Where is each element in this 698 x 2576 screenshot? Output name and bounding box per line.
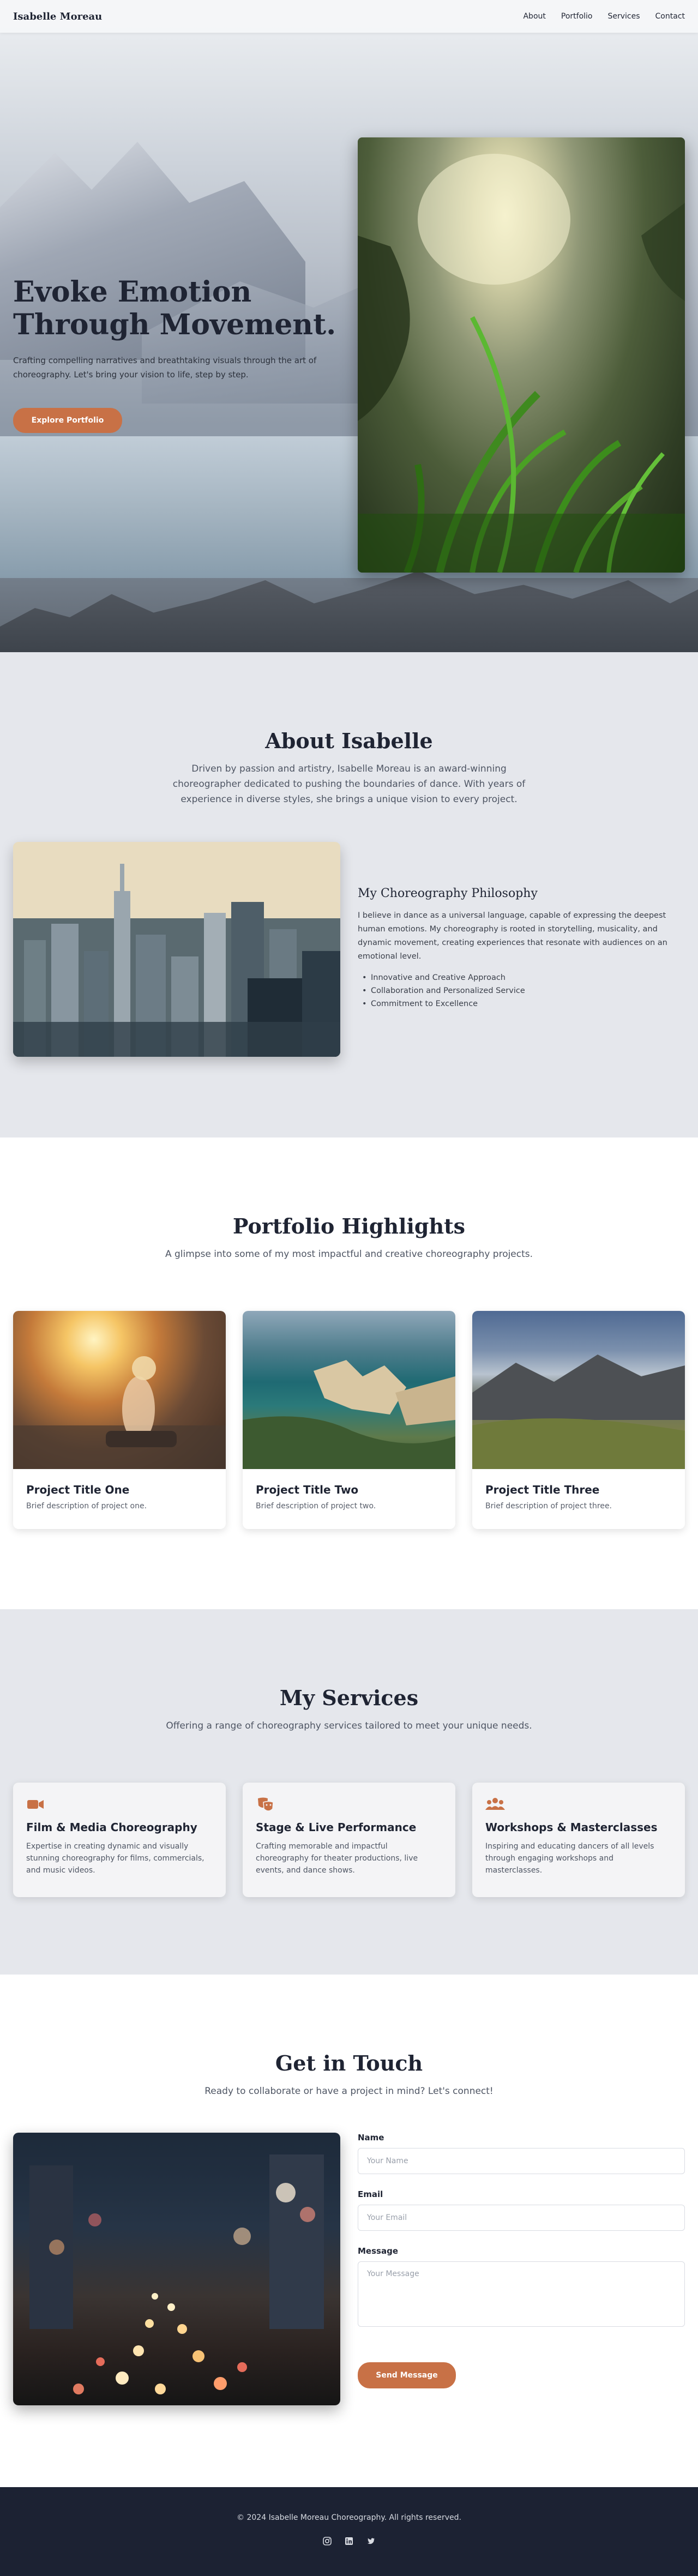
nav-link-portfolio[interactable]: Portfolio: [561, 12, 593, 21]
nav-links: About Portfolio Services Contact: [523, 12, 685, 21]
service-description: Crafting memorable and impactful choreog…: [256, 1842, 418, 1875]
grass-blades-image: [358, 154, 685, 573]
copyright-text: © 2024 Isabelle Moreau Choreography. All…: [237, 2513, 461, 2522]
skyline-image: [13, 842, 340, 1057]
service-title: Film & Media Choreography: [26, 1821, 197, 1834]
hero-subtitle: Crafting compelling narratives and breat…: [13, 356, 317, 380]
about-intro: Driven by passion and artistry, Isabelle…: [172, 763, 526, 805]
portfolio-card-1[interactable]: Project Title One Brief description of p…: [13, 1311, 226, 1529]
portfolio-title: Portfolio Highlights: [232, 1214, 466, 1238]
philosophy-point: Commitment to Excellence: [358, 997, 685, 1010]
hero-grass-photo: [358, 137, 685, 573]
services-subtitle: Offering a range of choreography service…: [166, 1720, 532, 1731]
top-navbar: Isabelle Moreau About Portfolio Services…: [0, 0, 698, 33]
users-icon: [485, 1796, 505, 1813]
services-section: My Services Offering a range of choreogr…: [0, 1609, 698, 1975]
video-camera-icon: [26, 1796, 46, 1813]
linkedin-icon[interactable]: [344, 2536, 354, 2546]
footer: © 2024 Isabelle Moreau Choreography. All…: [0, 2487, 698, 2576]
city-traffic-photo: [13, 2133, 340, 2405]
nav-link-contact[interactable]: Contact: [655, 12, 685, 21]
theater-masks-icon: [256, 1796, 275, 1813]
message-textarea[interactable]: [358, 2261, 685, 2327]
bokeh-traffic-image: [29, 2154, 324, 2394]
brand-logo[interactable]: Isabelle Moreau: [13, 11, 102, 22]
name-input[interactable]: [358, 2148, 685, 2174]
project-title: Project Title One: [26, 1483, 130, 1496]
service-title: Workshops & Masterclasses: [485, 1821, 658, 1834]
nav-link-services[interactable]: Services: [607, 12, 640, 21]
contact-title: Get in Touch: [275, 2051, 423, 2075]
hero-title-line1: Evoke Emotion: [13, 275, 252, 309]
hero-title-line2: Through Movement.: [13, 308, 336, 341]
nav-link-about[interactable]: About: [523, 12, 545, 21]
philosophy-list: Innovative and Creative Approach Collabo…: [358, 971, 685, 1010]
project-one-image: [13, 1311, 226, 1469]
about-section: About Isabelle Driven by passion and art…: [0, 652, 698, 1137]
philosophy-block: My Choreography Philosophy I believe in …: [358, 887, 685, 1010]
email-input[interactable]: [358, 2205, 685, 2231]
hero-section: Evoke Emotion Through Movement. Crafting…: [0, 0, 698, 652]
name-label: Name: [358, 2133, 384, 2142]
contact-section: Get in Touch Ready to collaborate or hav…: [0, 1975, 698, 2487]
service-card-film[interactable]: Film & Media Choreography Expertise in c…: [13, 1783, 226, 1897]
city-skyline-photo: [13, 842, 340, 1057]
service-description: Expertise in creating dynamic and visual…: [26, 1842, 204, 1875]
project-title: Project Title Two: [256, 1483, 359, 1496]
project-three-image: [472, 1311, 685, 1469]
philosophy-title: My Choreography Philosophy: [358, 887, 538, 900]
project-title: Project Title Three: [485, 1483, 600, 1496]
social-links: [0, 2536, 698, 2546]
service-card-workshops[interactable]: Workshops & Masterclasses Inspiring and …: [472, 1783, 685, 1897]
philosophy-point: Collaboration and Personalized Service: [358, 984, 685, 997]
service-title: Stage & Live Performance: [256, 1821, 417, 1834]
philosophy-text: I believe in dance as a universal langua…: [358, 911, 667, 961]
project-description: Brief description of project two.: [256, 1502, 376, 1510]
instagram-icon[interactable]: [322, 2536, 332, 2546]
hero-title: Evoke Emotion Through Movement.: [13, 276, 340, 341]
service-description: Inspiring and educating dancers of all l…: [485, 1842, 654, 1875]
project-description: Brief description of project three.: [485, 1502, 612, 1510]
portfolio-section: Portfolio Highlights A glimpse into some…: [0, 1137, 698, 1609]
philosophy-point: Innovative and Creative Approach: [358, 971, 685, 984]
email-label: Email: [358, 2189, 383, 2199]
explore-portfolio-button[interactable]: Explore Portfolio: [13, 408, 122, 433]
portfolio-subtitle: A glimpse into some of my most impactful…: [165, 1249, 533, 1260]
project-description: Brief description of project one.: [26, 1502, 147, 1510]
portfolio-card-2[interactable]: Project Title Two Brief description of p…: [243, 1311, 455, 1529]
message-label: Message: [358, 2246, 398, 2256]
send-message-button[interactable]: Send Message: [358, 2362, 456, 2388]
services-title: My Services: [279, 1686, 419, 1710]
twitter-icon[interactable]: [366, 2536, 376, 2546]
contact-subtitle: Ready to collaborate or have a project i…: [204, 2086, 494, 2097]
portfolio-card-3[interactable]: Project Title Three Brief description of…: [472, 1311, 685, 1529]
about-title: About Isabelle: [265, 729, 433, 753]
service-card-stage[interactable]: Stage & Live Performance Crafting memora…: [243, 1783, 455, 1897]
project-two-image: [243, 1311, 455, 1469]
